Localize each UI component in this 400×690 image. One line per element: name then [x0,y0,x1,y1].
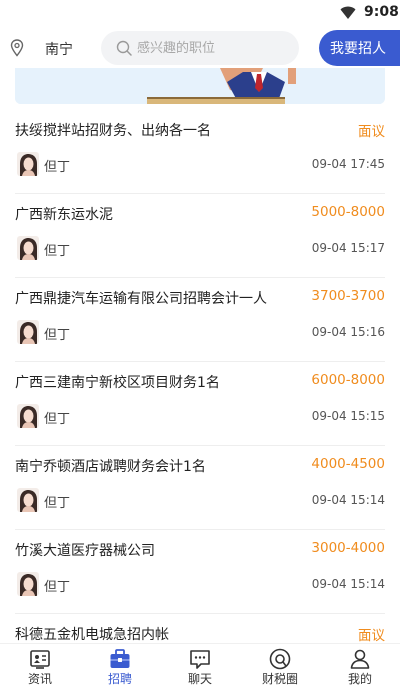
poster-avatar[interactable] [17,488,39,512]
post-date: 09-04 17:45 [311,157,385,171]
post-date: 09-04 15:17 [311,241,385,255]
job-list-item[interactable]: 竹溪大道医疗器械公司 3000-4000 但丁 09-04 15:14 [15,530,385,614]
job-list-item[interactable]: 广西三建南宁新校区项目财务1名 6000-8000 但丁 09-04 15:15 [15,362,385,446]
tab-recruit[interactable]: 招聘 [80,644,160,690]
job-title: 南宁乔顿酒店诚聘财务会计1名 [15,459,206,475]
job-salary: 3700-3700 [311,288,385,304]
job-salary: 5000-8000 [311,204,385,220]
location-label[interactable]: 南宁 [45,39,73,59]
tab-tax-circle-label: 财税圈 [261,672,298,686]
poster-avatar[interactable] [17,572,39,596]
banner-image[interactable] [15,68,385,104]
poster-avatar[interactable] [17,404,39,428]
poster-avatar[interactable] [17,152,39,176]
post-job-button[interactable]: 我要招人 [319,30,400,66]
tab-me[interactable]: 我的 [320,644,400,690]
job-salary: 面议 [358,628,385,644]
poster-name: 但丁 [44,496,71,511]
job-list-item[interactable]: 南宁乔顿酒店诚聘财务会计1名 4000-4500 但丁 09-04 15:14 [15,446,385,530]
job-salary: 4000-4500 [311,456,385,472]
job-title: 扶绥搅拌站招财务、出纳各一名 [15,123,211,139]
job-title: 广西新东运水泥 [15,207,113,223]
poster-name: 但丁 [44,244,71,259]
poster-name: 但丁 [44,580,71,595]
wifi-icon [340,6,356,19]
location-pin-icon[interactable] [10,39,24,57]
status-bar: 9:08 [0,0,400,26]
poster-name: 但丁 [44,160,71,175]
poster-name: 但丁 [44,412,71,427]
chat-icon [190,650,210,669]
tab-news[interactable]: 资讯 [0,644,80,690]
job-list-item[interactable]: 广西鼎捷汽车运输有限公司招聘会计一人 3700-3700 但丁 09-04 15:16 [15,278,385,362]
job-salary: 6000-8000 [311,372,385,388]
bottom-tab-bar: 资讯 招聘 聊天 财税圈 我的 [0,643,400,690]
tab-chat[interactable]: 聊天 [160,644,240,690]
job-salary: 面议 [358,124,385,140]
top-bar: 南宁 我要招人 [0,28,400,68]
tab-recruit-label: 招聘 [107,672,132,686]
search-box[interactable] [101,31,299,65]
briefcase-icon [110,649,130,668]
banner-illustration [15,68,385,104]
poster-avatar[interactable] [17,236,39,260]
tab-tax-circle[interactable]: 财税圈 [240,644,320,690]
poster-name: 但丁 [44,328,71,343]
tab-news-label: 资讯 [27,672,52,686]
job-list-item[interactable]: 广西新东运水泥 5000-8000 但丁 09-04 15:17 [15,194,385,278]
job-title: 广西鼎捷汽车运输有限公司招聘会计一人 [15,291,267,307]
post-date: 09-04 15:16 [311,325,385,339]
job-title: 竹溪大道医疗器械公司 [15,543,155,559]
status-time: 9:08 [364,4,399,20]
search-icon [116,40,132,56]
job-title: 广西三建南宁新校区项目财务1名 [15,375,220,391]
search-input[interactable] [137,37,287,59]
job-list-item[interactable]: 扶绥搅拌站招财务、出纳各一名 面议但丁 09-04 17:45 [15,110,385,194]
post-date: 09-04 15:14 [311,577,385,591]
poster-avatar[interactable] [17,320,39,344]
job-salary: 3000-4000 [311,540,385,556]
circle-icon [269,648,291,670]
tab-chat-label: 聊天 [187,672,212,686]
tab-me-label: 我的 [347,672,372,686]
person-icon [350,649,370,669]
news-icon [30,650,50,669]
post-date: 09-04 15:14 [311,493,385,507]
job-title: 科德五金机电城急招内帐 [15,627,169,643]
post-date: 09-04 15:15 [311,409,385,423]
